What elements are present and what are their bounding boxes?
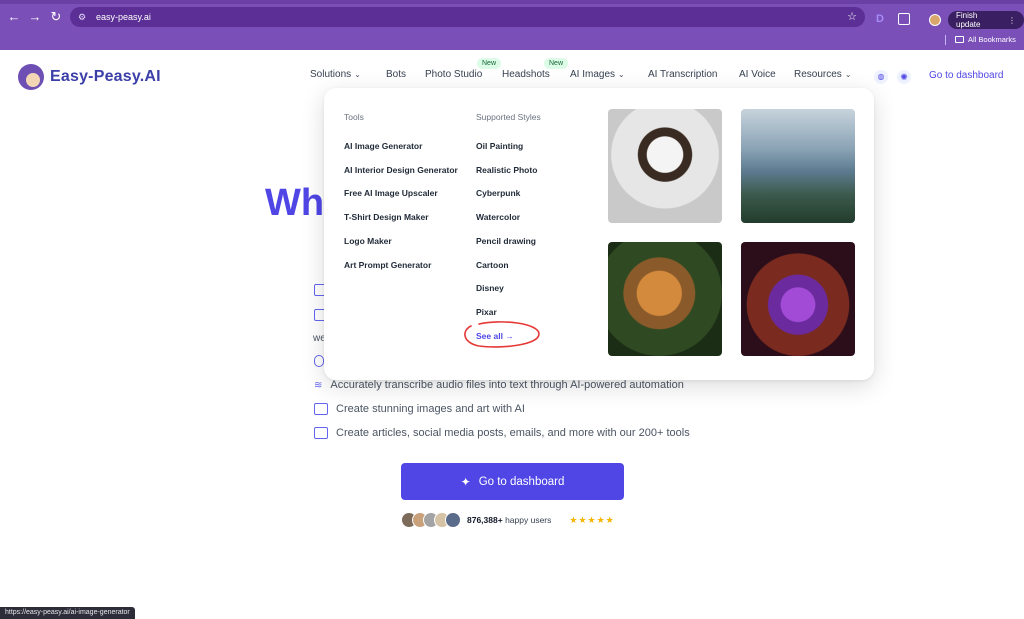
layers-icon bbox=[314, 427, 328, 439]
nav-resources[interactable]: Resources ⌄ bbox=[794, 69, 852, 80]
folder-icon bbox=[955, 36, 964, 43]
nav-bots[interactable]: Bots bbox=[386, 69, 406, 80]
style-thumbnail-dog[interactable] bbox=[608, 109, 722, 223]
go-to-dashboard-button[interactable]: ✦ Go to dashboard bbox=[401, 463, 624, 500]
tools-heading: Tools bbox=[344, 112, 364, 122]
status-bar-url: https://easy-peasy.ai/ai-image-generator bbox=[0, 607, 135, 619]
nav-solutions[interactable]: Solutions ⌄ bbox=[310, 69, 361, 80]
nav-ai-transcription[interactable]: AI Transcription bbox=[648, 69, 717, 80]
hero-feature-images: Create stunning images and art with AI bbox=[314, 403, 525, 415]
menu-item-ai-image-generator[interactable]: AI Image Generator bbox=[344, 141, 422, 151]
hero-feature-writing: Create articles, social media posts, ema… bbox=[314, 427, 690, 439]
bookmarks-divider bbox=[945, 35, 946, 45]
theme-toggle-icon[interactable]: ✺ bbox=[897, 70, 911, 84]
style-cartoon[interactable]: Cartoon bbox=[476, 260, 509, 270]
bookmarks-bar: All Bookmarks bbox=[0, 30, 1024, 50]
nav-headshots-label: Headshots bbox=[502, 69, 550, 80]
nav-ai-images-label: AI Images bbox=[570, 69, 616, 80]
more-menu-icon: ⋮ bbox=[1008, 15, 1016, 25]
hero-title-fragment: Wh bbox=[265, 182, 325, 224]
nav-go-to-dashboard[interactable]: Go to dashboard bbox=[929, 70, 1004, 81]
address-url: easy-peasy.ai bbox=[96, 12, 151, 22]
chevron-down-icon: ⌄ bbox=[618, 70, 625, 79]
chevron-down-icon: ⌄ bbox=[354, 70, 361, 79]
happy-users-text: 876,388+ happy users bbox=[467, 515, 551, 525]
style-thumbnail-tiger[interactable] bbox=[608, 242, 722, 356]
nav-ai-transcription-label: AI Transcription bbox=[648, 69, 718, 80]
menu-item-art-prompt[interactable]: Art Prompt Generator bbox=[344, 260, 431, 270]
avatar bbox=[445, 512, 461, 528]
chevron-down-icon: ⌄ bbox=[844, 70, 852, 79]
finish-update-button[interactable]: Finish update ⋮ bbox=[948, 11, 1024, 29]
nav-solutions-label: Solutions bbox=[310, 69, 352, 80]
image-icon bbox=[314, 403, 328, 415]
ai-images-dropdown: Tools AI Image Generator AI Interior Des… bbox=[324, 88, 874, 380]
hero-feature-transcribe: ≋ Accurately transcribe audio files into… bbox=[314, 379, 684, 391]
red-annotation-circle bbox=[464, 321, 540, 348]
social-proof: 876,388+ happy users ★★★★★ bbox=[401, 512, 615, 528]
nav-ai-voice[interactable]: AI Voice bbox=[739, 69, 776, 80]
bookmark-star-icon[interactable]: ☆ bbox=[847, 10, 857, 23]
style-pixar[interactable]: Pixar bbox=[476, 307, 497, 317]
style-oil-painting[interactable]: Oil Painting bbox=[476, 141, 523, 151]
nav-photo-studio-label: Photo Studio bbox=[425, 69, 483, 80]
hero-feature-images-text: Create stunning images and art with AI bbox=[336, 403, 525, 415]
all-bookmarks-label: All Bookmarks bbox=[968, 35, 1016, 44]
forward-icon[interactable]: → bbox=[27, 9, 43, 25]
all-bookmarks-button[interactable]: All Bookmarks bbox=[955, 35, 1016, 44]
waveform-icon: ≋ bbox=[314, 379, 323, 391]
site-logo[interactable]: Easy-Peasy.AI bbox=[18, 64, 161, 90]
style-thumbnail-city[interactable] bbox=[741, 109, 855, 223]
styles-heading: Supported Styles bbox=[476, 112, 541, 122]
menu-item-image-upscaler[interactable]: Free AI Image Upscaler bbox=[344, 188, 438, 198]
sparkle-icon: ✦ bbox=[460, 474, 471, 489]
profile-avatar[interactable] bbox=[929, 14, 941, 26]
menu-item-tshirt-design[interactable]: T-Shirt Design Maker bbox=[344, 212, 429, 222]
browser-chrome: ← → ↻ ⚙ easy-peasy.ai ☆ D Finish update … bbox=[0, 0, 1024, 50]
users-suffix: happy users bbox=[505, 515, 552, 525]
logo-text: Easy-Peasy.AI bbox=[50, 68, 161, 85]
microphone-icon bbox=[314, 355, 324, 367]
style-realistic-photo[interactable]: Realistic Photo bbox=[476, 165, 537, 175]
hero-feature-writing-text: Create articles, social media posts, ema… bbox=[336, 427, 690, 439]
browser-toolbar: ← → ↻ ⚙ easy-peasy.ai ☆ D Finish update … bbox=[0, 4, 1024, 30]
style-pencil-drawing[interactable]: Pencil drawing bbox=[476, 236, 536, 246]
style-watercolor[interactable]: Watercolor bbox=[476, 212, 520, 222]
nav-photo-studio[interactable]: Photo Studio bbox=[425, 69, 482, 80]
rating-stars: ★★★★★ bbox=[569, 514, 615, 525]
nav-bots-label: Bots bbox=[386, 69, 407, 80]
finish-update-label: Finish update bbox=[956, 11, 981, 29]
language-globe-icon[interactable]: ◍ bbox=[874, 70, 888, 84]
style-cyberpunk[interactable]: Cyberpunk bbox=[476, 188, 520, 198]
back-icon[interactable]: ← bbox=[6, 9, 22, 25]
logo-mascot-icon bbox=[18, 64, 44, 90]
extension-d-icon[interactable]: D bbox=[873, 12, 887, 26]
nav-ai-voice-label: AI Voice bbox=[739, 69, 776, 80]
menu-item-logo-maker[interactable]: Logo Maker bbox=[344, 236, 392, 246]
users-count: 876,388+ bbox=[467, 515, 503, 525]
style-disney[interactable]: Disney bbox=[476, 283, 504, 293]
nav-resources-label: Resources bbox=[794, 69, 842, 80]
site-settings-icon[interactable]: ⚙ bbox=[78, 12, 88, 22]
menu-item-ai-interior-design[interactable]: AI Interior Design Generator bbox=[344, 165, 458, 175]
user-avatars bbox=[401, 512, 461, 528]
extensions-icon[interactable] bbox=[898, 13, 910, 25]
address-bar[interactable]: ⚙ easy-peasy.ai ☆ bbox=[70, 7, 865, 27]
style-thumbnail-dragon[interactable] bbox=[741, 242, 855, 356]
reload-icon[interactable]: ↻ bbox=[48, 9, 64, 25]
new-badge-photo-studio: New bbox=[477, 58, 502, 69]
nav-ai-images[interactable]: AI Images ⌄ bbox=[570, 69, 625, 80]
new-badge-headshots: New bbox=[544, 58, 569, 69]
go-to-dashboard-label: Go to dashboard bbox=[478, 475, 565, 488]
nav-headshots[interactable]: Headshots bbox=[502, 69, 550, 80]
hero-feature-transcribe-text: Accurately transcribe audio files into t… bbox=[330, 379, 684, 391]
